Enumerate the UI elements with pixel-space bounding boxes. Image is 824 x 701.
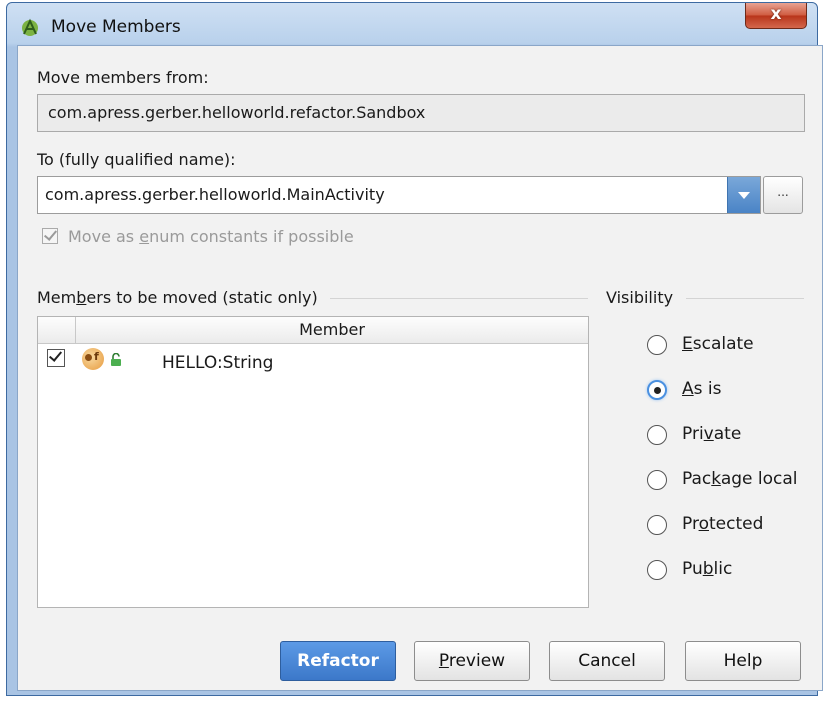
check-icon: [48, 348, 63, 362]
lock-open-icon: [111, 353, 121, 366]
radio-public[interactable]: [647, 560, 667, 580]
chevron-down-icon: [738, 192, 750, 199]
radio-as-is[interactable]: [647, 380, 667, 400]
member-row-checkbox[interactable]: [47, 348, 65, 367]
from-label: Move members from:: [37, 68, 209, 87]
enum-constants-label: Move as enum constants if possible: [68, 227, 354, 246]
combo-dropdown-button[interactable]: [727, 177, 760, 213]
close-button[interactable]: x: [745, 3, 807, 29]
radio-label-protected[interactable]: Protected: [682, 514, 763, 534]
to-label: To (fully qualified name):: [37, 150, 236, 169]
radio-selected-dot: [654, 387, 661, 394]
radio-label-package-local[interactable]: Package local: [682, 469, 798, 489]
browse-button[interactable]: ...: [763, 176, 803, 214]
radio-label-as-is[interactable]: As is: [682, 379, 721, 399]
radio-protected[interactable]: [647, 515, 667, 535]
window-title: Move Members: [51, 17, 181, 37]
from-class-field: com.apress.gerber.helloworld.refactor.Sa…: [37, 94, 805, 132]
dialog-content: Move members from: com.apress.gerber.hel…: [17, 45, 823, 691]
visibility-separator: [686, 298, 804, 299]
preview-button[interactable]: Preview: [414, 641, 530, 681]
help-button[interactable]: Help: [685, 641, 801, 681]
check-icon: [43, 227, 58, 241]
members-section-title: Members to be moved (static only): [37, 288, 318, 307]
member-name: HELLO:String: [162, 353, 274, 373]
radio-label-escalate[interactable]: Escalate: [682, 334, 754, 354]
members-table[interactable]: Member f HELLO:String: [37, 316, 589, 608]
enum-constants-checkbox: [42, 227, 58, 244]
radio-label-public[interactable]: Public: [682, 559, 732, 579]
radio-label-private[interactable]: Private: [682, 424, 741, 444]
target-class-combo[interactable]: com.apress.gerber.helloworld.MainActivit…: [37, 176, 761, 214]
target-class-input[interactable]: com.apress.gerber.helloworld.MainActivit…: [45, 185, 385, 204]
members-separator: [330, 298, 588, 299]
cancel-button[interactable]: Cancel: [549, 641, 665, 681]
close-icon: x: [770, 4, 782, 24]
radio-private[interactable]: [647, 425, 667, 445]
title-bar[interactable]: Move Members x: [7, 3, 817, 47]
static-field-icon: f: [82, 348, 104, 370]
android-studio-icon: [22, 18, 38, 36]
member-column-header[interactable]: Member: [76, 320, 588, 339]
radio-package-local[interactable]: [647, 470, 667, 490]
dialog-window: Move Members x Move members from: com.ap…: [6, 2, 823, 696]
refactor-button[interactable]: Refactor: [280, 641, 396, 681]
header-check-column[interactable]: [38, 317, 76, 343]
visibility-title: Visibility: [606, 288, 674, 307]
radio-escalate[interactable]: [647, 335, 667, 355]
table-header: Member: [38, 317, 588, 344]
